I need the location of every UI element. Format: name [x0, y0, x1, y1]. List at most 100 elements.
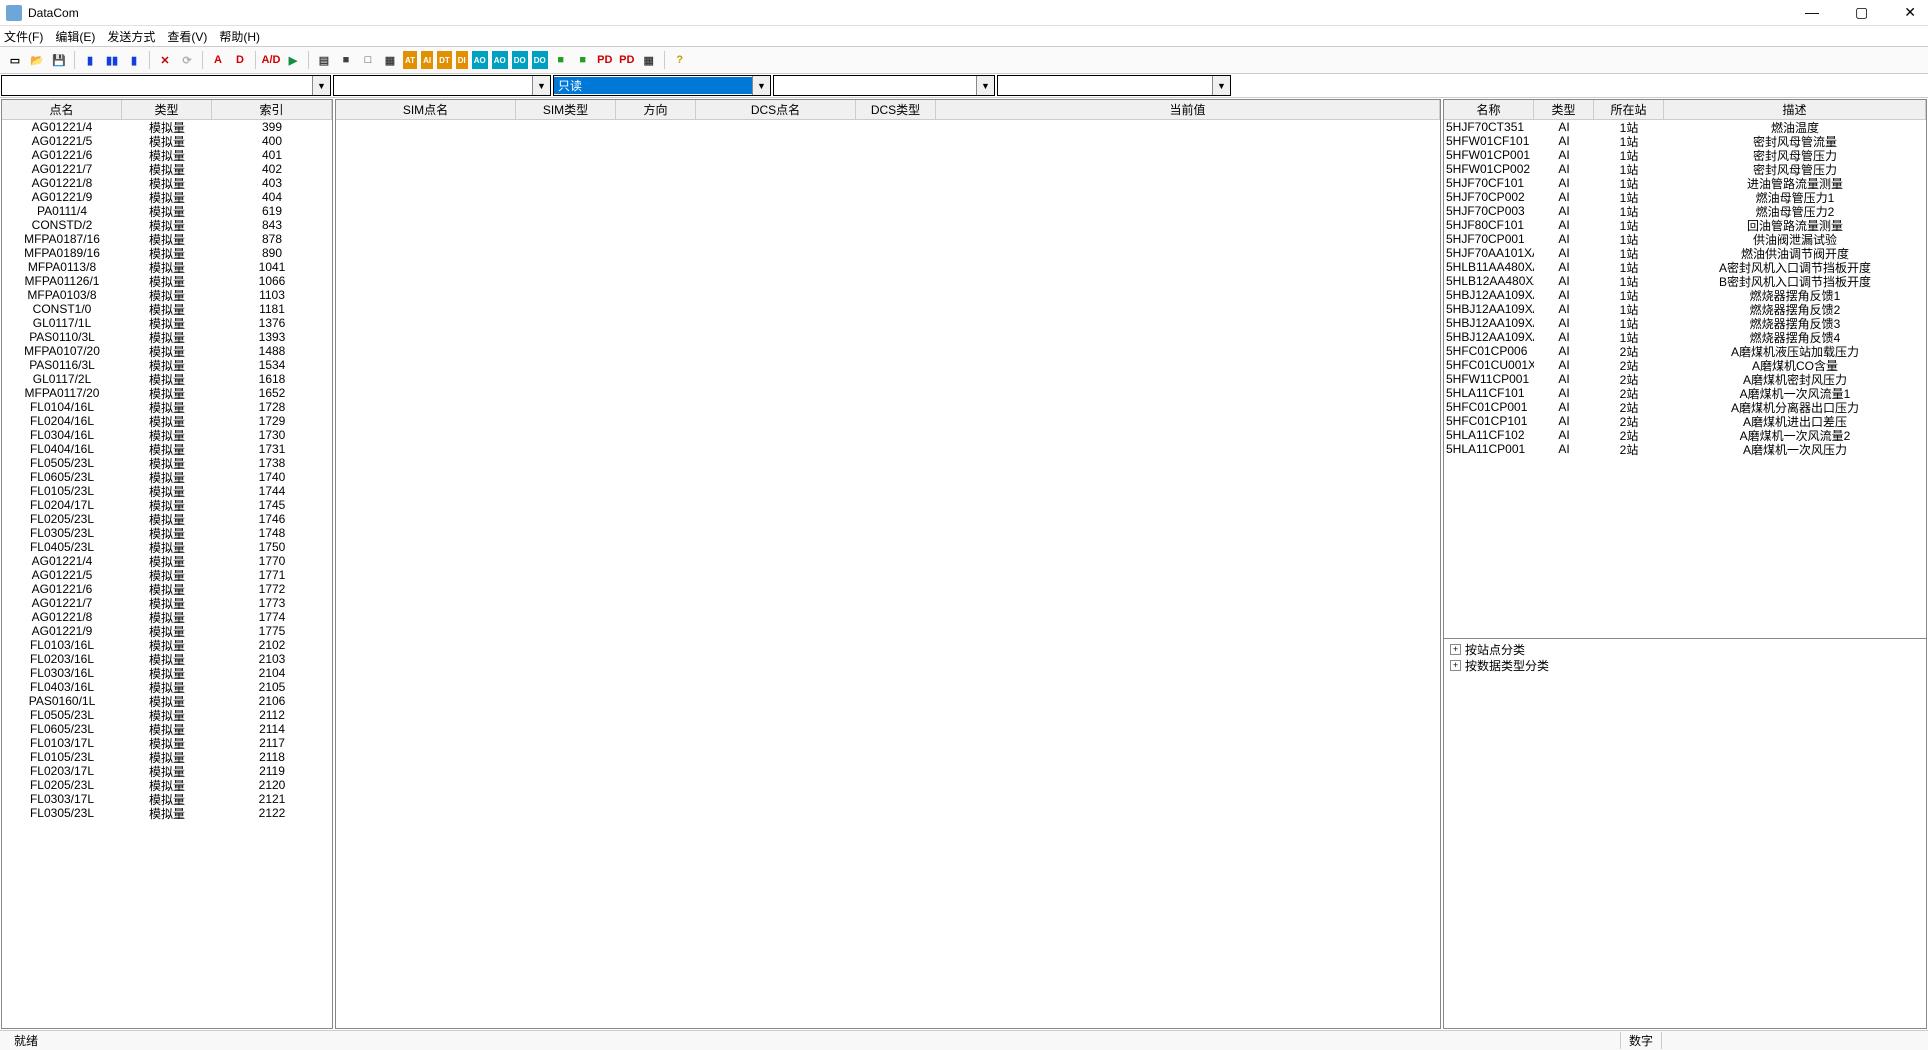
combo-mid-3[interactable]: ▼ — [773, 75, 995, 96]
g1-icon[interactable]: ■ — [552, 51, 570, 69]
doc-icon[interactable]: □ — [359, 51, 377, 69]
col-direction[interactable]: 方向 — [616, 100, 696, 119]
at-icon[interactable]: AT — [403, 51, 417, 69]
open-icon[interactable]: 📂 — [28, 51, 46, 69]
pd1-icon[interactable]: PD — [596, 51, 614, 69]
cell-point-name: FL0303/17L — [2, 792, 122, 806]
expand-icon[interactable]: + — [1450, 660, 1461, 671]
refresh-icon[interactable]: ⟳ — [178, 51, 196, 69]
left-pane: 点名 类型 索引 AG01221/4模拟量399AG01221/5模拟量400A… — [1, 99, 333, 1029]
col-dcs-type[interactable]: DCS类型 — [856, 100, 936, 119]
combo-mid-1[interactable]: ▼ — [333, 75, 551, 96]
chevron-down-icon[interactable]: ▼ — [1212, 76, 1230, 95]
save-icon[interactable]: 💾 — [50, 51, 68, 69]
cell-index: 1771 — [212, 568, 332, 582]
stop-icon[interactable]: ■ — [337, 51, 355, 69]
cell-r-type: AI — [1534, 120, 1594, 134]
chevron-down-icon[interactable]: ▼ — [752, 76, 770, 95]
dt-icon[interactable]: DT — [437, 51, 452, 69]
cell-r-type: AI — [1534, 218, 1594, 232]
grid-icon[interactable]: ▦ — [640, 51, 658, 69]
tree-view[interactable]: +按站点分类+按数据类型分类 — [1444, 638, 1926, 1028]
mid-grid-body[interactable] — [336, 120, 1440, 1028]
chart-icon[interactable]: ▤ — [315, 51, 333, 69]
menu-item[interactable]: 编辑(E) — [55, 28, 95, 45]
ao2-icon[interactable]: AO — [492, 51, 508, 69]
col-index[interactable]: 索引 — [212, 100, 332, 119]
cell-point-name: FL0204/16L — [2, 414, 122, 428]
left-grid-body[interactable]: AG01221/4模拟量399AG01221/5模拟量400AG01221/6模… — [2, 120, 332, 1028]
cell-index: 1376 — [212, 316, 332, 330]
cell-name: 5HJF70CP001 — [1444, 232, 1534, 246]
cell-point-name: FL0203/16L — [2, 652, 122, 666]
cell-point-name: MFPA0187/16 — [2, 232, 122, 246]
mark-d-icon[interactable]: D — [231, 51, 249, 69]
combo-left[interactable]: ▼ — [1, 75, 331, 96]
tree-node[interactable]: +按数据类型分类 — [1450, 657, 1920, 673]
cell-name: 5HLB12AA480XA01 — [1444, 274, 1534, 288]
cell-r-type: AI — [1534, 414, 1594, 428]
col-desc[interactable]: 描述 — [1664, 100, 1926, 119]
new-icon[interactable]: ▭ — [6, 51, 24, 69]
cell-index: 890 — [212, 246, 332, 260]
col-station[interactable]: 所在站 — [1594, 100, 1664, 119]
mark-ad-icon[interactable]: A/D — [262, 51, 280, 69]
col-sim-name[interactable]: SIM点名 — [336, 100, 516, 119]
cell-point-name: MFPA0189/16 — [2, 246, 122, 260]
cell-point-name: MFPA01126/1 — [2, 274, 122, 288]
chevron-down-icon[interactable]: ▼ — [976, 76, 994, 95]
panel-a-icon[interactable]: ▮ — [81, 51, 99, 69]
pd2-icon[interactable]: PD — [618, 51, 636, 69]
col-current-value[interactable]: 当前值 — [936, 100, 1440, 119]
col-sim-type[interactable]: SIM类型 — [516, 100, 616, 119]
help-icon[interactable]: ? — [671, 51, 689, 69]
cell-index: 1746 — [212, 512, 332, 526]
do1-icon[interactable]: DO — [512, 51, 528, 69]
col-type[interactable]: 类型 — [122, 100, 212, 119]
expand-icon[interactable]: + — [1450, 644, 1461, 655]
menu-item[interactable]: 帮助(H) — [219, 28, 260, 45]
col-dcs-name[interactable]: DCS点名 — [696, 100, 856, 119]
window-maximize-button[interactable]: ▢ — [1849, 2, 1874, 23]
list-icon[interactable]: ▦ — [381, 51, 399, 69]
table-row[interactable]: 5HLA11CP001AI2站A磨煤机一次风压力 — [1444, 442, 1926, 456]
ai-icon[interactable]: AI — [421, 51, 433, 69]
cell-point-name: FL0403/16L — [2, 680, 122, 694]
cell-index: 1731 — [212, 442, 332, 456]
cell-point-name: AG01221/7 — [2, 596, 122, 610]
window-close-button[interactable]: ✕ — [1898, 2, 1922, 23]
mark-a-icon[interactable]: A — [209, 51, 227, 69]
app-icon — [6, 5, 22, 21]
ao1-icon[interactable]: AO — [472, 51, 488, 69]
play-icon[interactable]: ▶ — [284, 51, 302, 69]
col-point-name[interactable]: 点名 — [2, 100, 122, 119]
tree-node[interactable]: +按站点分类 — [1450, 641, 1920, 657]
menu-item[interactable]: 文件(F) — [4, 28, 43, 45]
right-grid-body[interactable]: 5HJF70CT351AI1站燃油温度5HFW01CF101AI1站密封风母管流… — [1444, 120, 1926, 638]
cell-r-type: AI — [1534, 372, 1594, 386]
col-name[interactable]: 名称 — [1444, 100, 1534, 119]
menu-item[interactable]: 查看(V) — [167, 28, 207, 45]
col-r-type[interactable]: 类型 — [1534, 100, 1594, 119]
menu-item[interactable]: 发送方式 — [107, 28, 155, 45]
combo-bar: ▼ ▼ 只读 ▼ ▼ ▼ — [0, 74, 1928, 98]
cell-r-type: AI — [1534, 274, 1594, 288]
cell-point-name: AG01221/6 — [2, 148, 122, 162]
window-minimize-button[interactable]: — — [1799, 2, 1825, 23]
table-row[interactable]: FL0305/23L模拟量2122 — [2, 806, 332, 820]
cell-r-type: AI — [1534, 246, 1594, 260]
g2-icon[interactable]: ■ — [574, 51, 592, 69]
panel-b-icon[interactable]: ▮▮ — [103, 51, 121, 69]
di-icon[interactable]: DI — [456, 51, 468, 69]
combo-right[interactable]: ▼ — [997, 75, 1231, 96]
cell-index: 2103 — [212, 652, 332, 666]
combo-mid-2[interactable]: 只读 ▼ — [553, 75, 771, 96]
chevron-down-icon[interactable]: ▼ — [312, 76, 330, 95]
cell-index: 619 — [212, 204, 332, 218]
cell-point-name: FL0305/23L — [2, 806, 122, 820]
panel-c-icon[interactable]: ▮ — [125, 51, 143, 69]
do2-icon[interactable]: DO — [532, 51, 548, 69]
chevron-down-icon[interactable]: ▼ — [532, 76, 550, 95]
cell-index: 1774 — [212, 610, 332, 624]
cancel-icon[interactable]: ✕ — [156, 51, 174, 69]
